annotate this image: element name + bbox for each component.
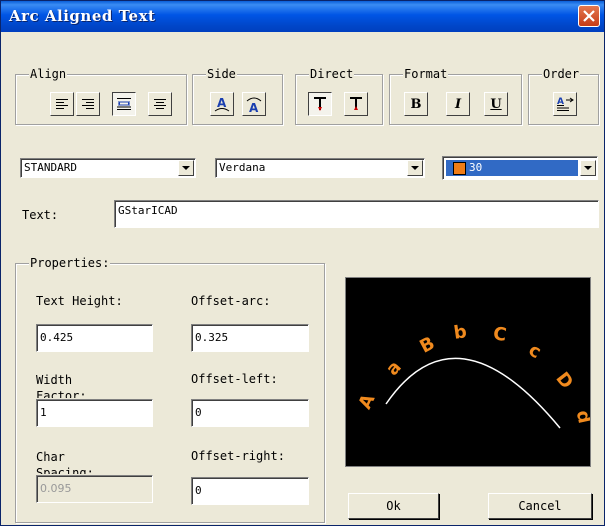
align-left-button[interactable] bbox=[50, 92, 74, 116]
side-outer-button[interactable]: A bbox=[210, 92, 234, 116]
width-factor-label: Width Factor: bbox=[36, 373, 87, 398]
font-value: Verdana bbox=[219, 161, 266, 174]
color-combo[interactable]: 30 bbox=[442, 156, 598, 180]
width-factor-input[interactable]: 1 bbox=[36, 399, 153, 427]
direction-inward-icon bbox=[350, 97, 362, 110]
preview-canvas: AaBb CcDd bbox=[355, 321, 595, 429]
order-group: Order A bbox=[528, 66, 599, 125]
preview-letter: A bbox=[355, 391, 380, 413]
side-group: Side A A bbox=[192, 66, 283, 125]
char-spacing-input: 0.095 bbox=[36, 475, 153, 503]
dialog-title: Arc Aligned Text bbox=[9, 7, 156, 25]
bold-glyph: B bbox=[410, 96, 422, 112]
cancel-button[interactable]: Cancel bbox=[488, 493, 592, 519]
text-inside-arc-icon: A bbox=[246, 97, 262, 113]
preview-letter: c bbox=[525, 339, 545, 363]
text-height-label: Text Height: bbox=[36, 294, 123, 308]
close-icon bbox=[583, 10, 595, 22]
arc-text-preview: AaBb CcDd bbox=[345, 277, 595, 467]
align-center-button[interactable] bbox=[148, 92, 172, 116]
chevron-down-icon bbox=[182, 166, 190, 170]
preview-letter: C bbox=[492, 323, 508, 346]
underline-button[interactable]: U bbox=[484, 92, 508, 116]
char-spacing-label-clip: Char Spacing: bbox=[36, 449, 156, 474]
italic-glyph: I bbox=[454, 96, 462, 112]
color-dropdown-button[interactable] bbox=[580, 160, 596, 176]
svg-text:A: A bbox=[217, 96, 227, 110]
format-group-label: Format bbox=[403, 66, 449, 82]
offset-right-input[interactable]: 0 bbox=[191, 477, 309, 505]
svg-text:A: A bbox=[249, 101, 259, 113]
align-center-icon bbox=[154, 99, 166, 109]
align-left-icon bbox=[56, 99, 68, 109]
preview-letter: a bbox=[382, 357, 406, 380]
color-swatch bbox=[453, 162, 466, 175]
preview-letter: d bbox=[572, 408, 590, 425]
offset-arc-value: 0.325 bbox=[195, 331, 229, 344]
offset-arc-label: Offset-arc: bbox=[191, 294, 271, 308]
order-button[interactable]: A bbox=[553, 92, 577, 116]
offset-left-label: Offset-left: bbox=[191, 372, 278, 386]
font-combo[interactable]: Verdana bbox=[215, 158, 425, 178]
offset-left-value: 0 bbox=[195, 406, 202, 419]
offset-left-input[interactable]: 0 bbox=[191, 399, 309, 427]
text-style-value: STANDARD bbox=[24, 161, 77, 174]
close-button[interactable] bbox=[578, 5, 600, 27]
arc-aligned-text-dialog: Arc Aligned Text Align Side A A Direct F… bbox=[0, 0, 605, 526]
color-value: 30 bbox=[469, 161, 483, 174]
preview-letter: B bbox=[416, 333, 438, 358]
format-group: Format B I U bbox=[389, 66, 522, 125]
offset-right-label: Offset-right: bbox=[191, 449, 285, 463]
italic-button[interactable]: I bbox=[446, 92, 470, 116]
direction-outward-icon bbox=[314, 97, 326, 111]
offset-right-value: 0 bbox=[195, 484, 202, 497]
align-right-button[interactable] bbox=[76, 92, 100, 116]
width-factor-value: 1 bbox=[40, 406, 47, 419]
preview-letter: D bbox=[551, 368, 577, 393]
text-style-combo[interactable]: STANDARD bbox=[20, 158, 196, 178]
text-input-value: GStarICAD bbox=[118, 204, 178, 217]
text-input[interactable]: GStarICAD bbox=[114, 200, 599, 228]
offset-arc-input[interactable]: 0.325 bbox=[191, 324, 309, 352]
underline-glyph: U bbox=[490, 96, 502, 112]
preview-letter: b bbox=[452, 321, 468, 344]
text-height-input[interactable]: 0.425 bbox=[36, 324, 153, 352]
align-group-label: Align bbox=[29, 66, 68, 82]
bold-button[interactable]: B bbox=[404, 92, 428, 116]
direct-outward-button[interactable] bbox=[308, 92, 332, 116]
text-height-value: 0.425 bbox=[40, 331, 74, 344]
properties-group-label: Properties: bbox=[29, 255, 111, 271]
width-factor-label-clip: Width Factor: bbox=[36, 372, 156, 398]
align-fit-icon bbox=[117, 98, 131, 110]
preview-letters: AaBb CcDd bbox=[355, 321, 595, 425]
direct-inward-button[interactable] bbox=[344, 92, 368, 116]
text-outside-arc-icon: A bbox=[214, 96, 230, 112]
align-right-icon bbox=[82, 99, 94, 109]
align-group: Align bbox=[15, 66, 187, 125]
text-order-icon: A bbox=[557, 97, 574, 111]
char-spacing-value: 0.095 bbox=[40, 482, 72, 495]
align-fit-button[interactable] bbox=[112, 92, 136, 116]
font-dropdown-button[interactable] bbox=[407, 160, 423, 176]
order-group-label: Order bbox=[542, 66, 581, 82]
text-style-dropdown-button[interactable] bbox=[178, 160, 194, 176]
side-group-label: Side bbox=[206, 66, 237, 82]
ok-button[interactable]: Ok bbox=[348, 493, 439, 519]
direct-group-label: Direct bbox=[309, 66, 355, 82]
char-spacing-label: Char Spacing: bbox=[36, 450, 94, 474]
text-label: Text: bbox=[22, 208, 59, 222]
side-inner-button[interactable]: A bbox=[242, 92, 266, 116]
title-bar[interactable]: Arc Aligned Text bbox=[1, 1, 604, 32]
properties-group: Properties: Text Height: 0.425 Offset-ar… bbox=[15, 255, 325, 523]
preview-arc bbox=[385, 357, 561, 429]
chevron-down-icon bbox=[584, 166, 592, 170]
direct-group: Direct bbox=[295, 66, 383, 125]
chevron-down-icon bbox=[411, 166, 419, 170]
